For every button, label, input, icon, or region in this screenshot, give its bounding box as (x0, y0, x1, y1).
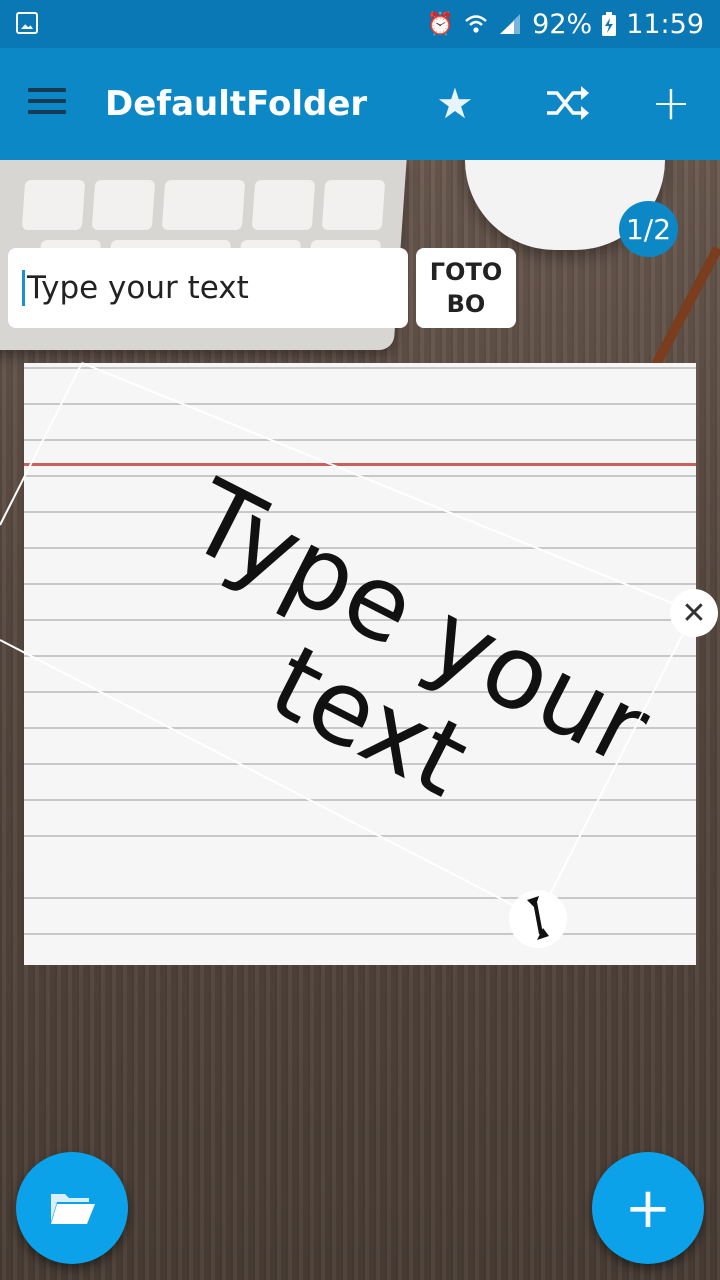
shuffle-icon[interactable] (542, 78, 592, 128)
battery-percent: 92% (532, 8, 593, 40)
folder-icon (51, 1194, 95, 1224)
status-bar: ⏰ 92% 11:59 (0, 0, 720, 48)
signal-icon (500, 14, 521, 34)
menu-icon[interactable] (28, 88, 66, 118)
app-bar: DefaultFolder ★ + (0, 48, 720, 160)
note-card[interactable]: Type your text (24, 363, 696, 965)
page-indicator: 1/2 (619, 201, 678, 257)
text-caret (22, 270, 25, 306)
clock: 11:59 (626, 8, 704, 40)
resize-arrows-icon[interactable] (509, 890, 567, 948)
close-icon[interactable]: ✕ (670, 589, 718, 637)
add-icon: + (624, 1175, 672, 1241)
gallery-icon (16, 12, 38, 34)
app-title: DefaultFolder (105, 84, 368, 124)
text-input-value: Type your text (27, 270, 249, 306)
star-icon[interactable]: ★ (430, 78, 480, 128)
open-folder-button[interactable] (16, 1152, 128, 1264)
alarm-icon: ⏰ (426, 11, 455, 37)
battery-charging-icon (602, 12, 617, 36)
done-button[interactable]: ГОТОВО (416, 248, 516, 328)
card-margin-line (24, 463, 696, 466)
text-input-field[interactable]: Type your text (8, 248, 408, 328)
status-indicators: ⏰ 92% 11:59 (427, 0, 704, 48)
add-card-button[interactable]: + (592, 1152, 704, 1264)
add-folder-button[interactable]: + (646, 75, 696, 131)
wifi-icon (465, 15, 488, 33)
